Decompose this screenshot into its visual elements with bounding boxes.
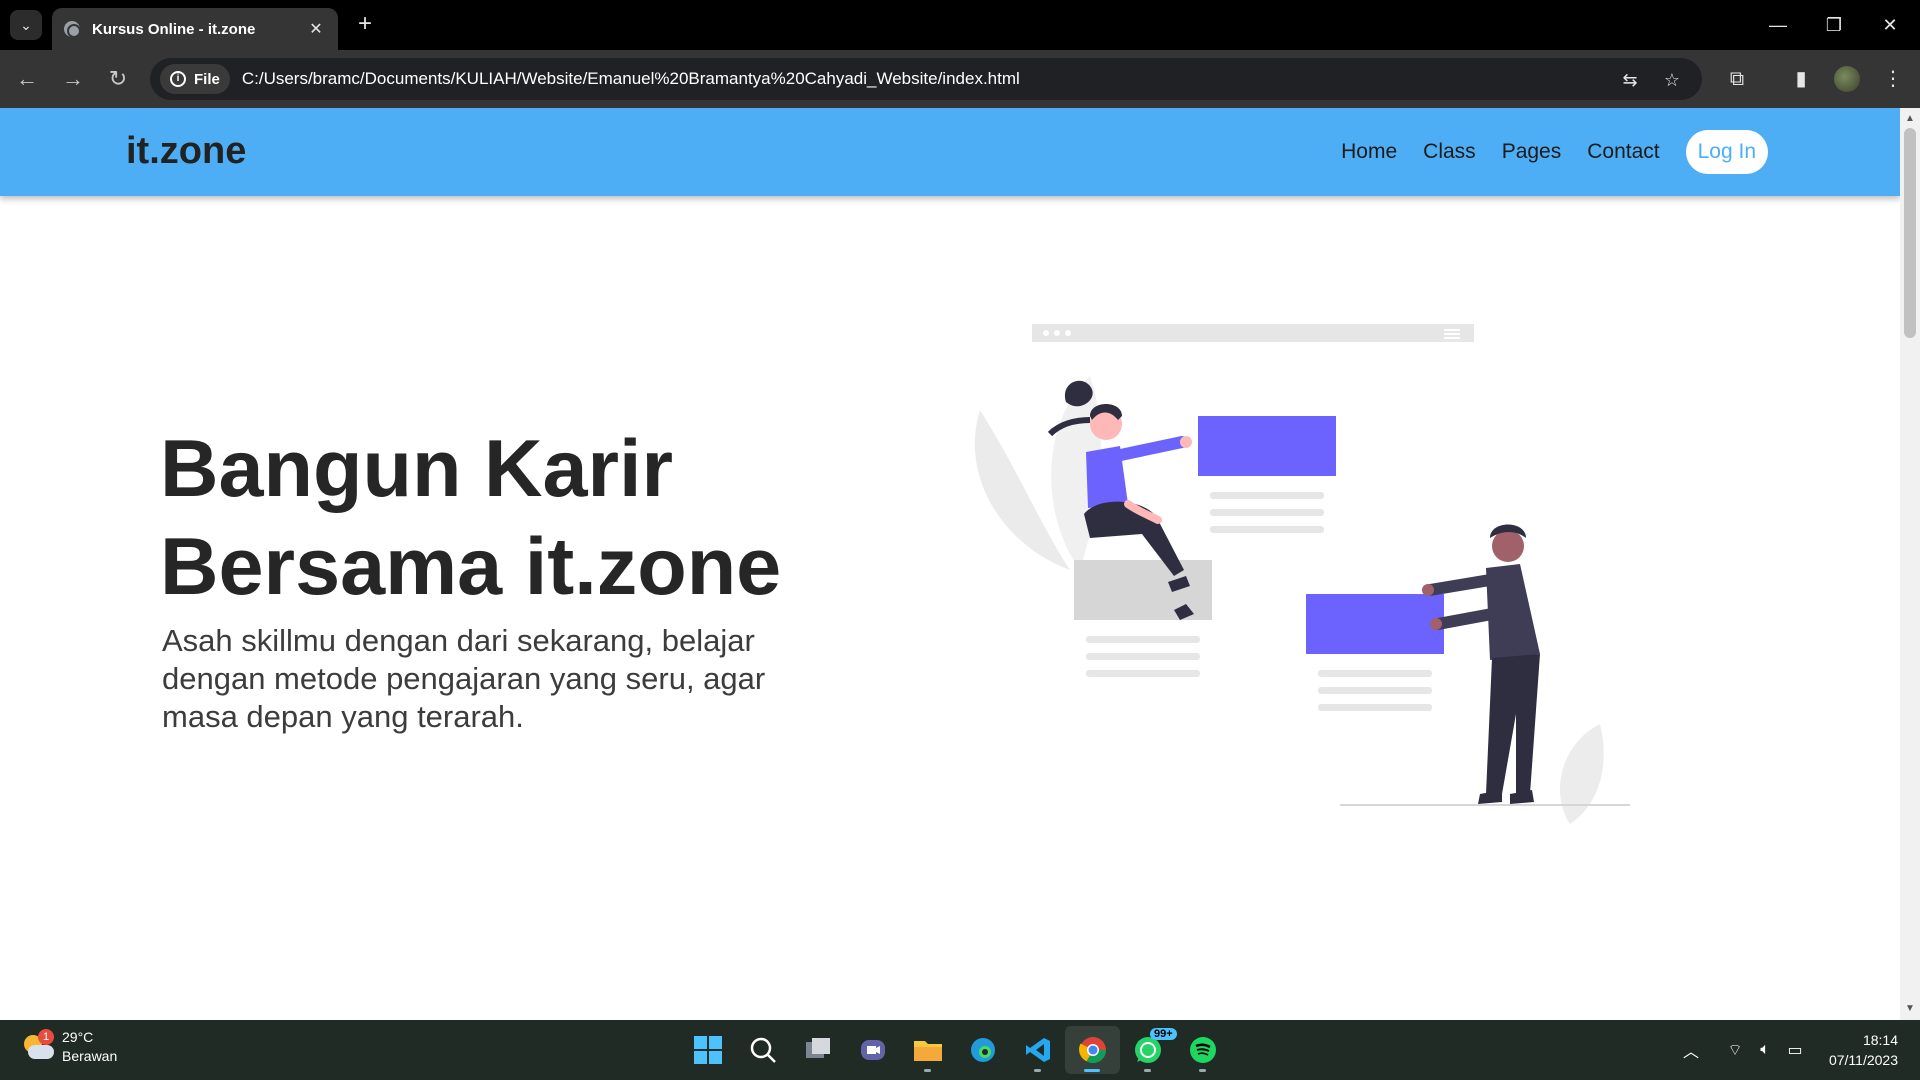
close-window-button[interactable]: ✕ bbox=[1862, 0, 1918, 50]
extensions-icon[interactable]: ⧉ bbox=[1722, 64, 1752, 94]
new-tab-button[interactable]: + bbox=[352, 11, 378, 37]
hero-title-line-2: Bersama it.zone bbox=[160, 522, 782, 612]
side-panel-icon[interactable]: ▮ bbox=[1786, 64, 1816, 94]
chrome-button[interactable] bbox=[1065, 1026, 1120, 1074]
browser-tab-strip: ⌄ Kursus Online - it.zone ✕ + — ❐ ✕ bbox=[0, 0, 1920, 50]
nav-link-class[interactable]: Class bbox=[1423, 140, 1476, 164]
whatsapp-badge: 99+ bbox=[1150, 1028, 1177, 1040]
edge-button[interactable] bbox=[955, 1026, 1010, 1074]
scroll-down-arrow-icon[interactable]: ▼ bbox=[1900, 1000, 1920, 1018]
vscode-icon bbox=[1025, 1038, 1050, 1062]
leaf-shape bbox=[1560, 724, 1604, 824]
spotify-icon bbox=[1189, 1037, 1216, 1063]
illus-ground-line bbox=[1340, 804, 1630, 806]
nav-link-pages[interactable]: Pages bbox=[1502, 140, 1562, 164]
vscode-button[interactable] bbox=[1010, 1026, 1065, 1074]
restore-button[interactable]: ❐ bbox=[1806, 0, 1862, 50]
profile-avatar[interactable] bbox=[1834, 66, 1860, 92]
tab-title: Kursus Online - it.zone bbox=[92, 20, 256, 38]
chat-camera-icon bbox=[860, 1040, 885, 1060]
illus-card-bottom bbox=[1306, 594, 1444, 654]
browser-toolbar: ← → ↻ i File C:/Users/bramc/Documents/KU… bbox=[0, 50, 1920, 108]
bookmark-star-icon[interactable]: ☆ bbox=[1660, 68, 1684, 92]
illus-man-figure bbox=[1422, 524, 1540, 804]
address-bar[interactable]: i File C:/Users/bramc/Documents/KULIAH/W… bbox=[150, 58, 1702, 100]
taskbar-apps: 99+ bbox=[680, 1026, 1230, 1074]
forward-button[interactable]: → bbox=[58, 64, 88, 94]
chrome-icon bbox=[1078, 1037, 1106, 1064]
site-logo[interactable]: it.zone bbox=[126, 130, 246, 173]
scroll-up-arrow-icon[interactable]: ▲ bbox=[1900, 110, 1920, 128]
info-icon: i bbox=[170, 71, 186, 87]
file-explorer-button[interactable] bbox=[900, 1026, 955, 1074]
teams-chat-button[interactable] bbox=[845, 1026, 900, 1074]
nav-link-contact[interactable]: Contact bbox=[1587, 140, 1659, 164]
hero-illustration bbox=[974, 324, 1630, 824]
edge-browser-icon bbox=[970, 1038, 995, 1062]
task-view-button[interactable] bbox=[790, 1026, 845, 1074]
reload-button[interactable]: ↻ bbox=[103, 64, 133, 94]
site-menu: Home Class Pages Contact Log In bbox=[1341, 130, 1768, 174]
weather-cloud-sun-icon: 1 bbox=[22, 1029, 54, 1061]
illus-card-top bbox=[1198, 416, 1336, 476]
battery-icon[interactable]: ▭ bbox=[1780, 1040, 1810, 1060]
start-button[interactable] bbox=[680, 1026, 735, 1074]
url-text[interactable]: C:/Users/bramc/Documents/KULIAH/Website/… bbox=[242, 69, 1020, 89]
windows-taskbar: 1 29°C Berawan 99+ ︿ ⌔ 🔈︎ ▭ 18:14 07/11/… bbox=[0, 1020, 1920, 1080]
minimize-button[interactable]: — bbox=[1750, 0, 1806, 50]
volume-icon[interactable]: 🔈︎ bbox=[1750, 1041, 1780, 1059]
clock-date: 07/11/2023 bbox=[1828, 1052, 1898, 1068]
page-scrollbar[interactable]: ▲ ▼ bbox=[1900, 108, 1920, 1020]
search-icon bbox=[750, 1037, 776, 1063]
whatsapp-button[interactable]: 99+ bbox=[1120, 1026, 1177, 1074]
globe-icon bbox=[64, 21, 81, 38]
browser-tab[interactable]: Kursus Online - it.zone ✕ bbox=[52, 8, 338, 50]
tray-overflow-chevron-icon[interactable]: ︿ bbox=[1676, 1038, 1706, 1062]
spotify-button[interactable] bbox=[1175, 1026, 1230, 1074]
system-tray: ︿ ⌔ 🔈︎ ▭ 18:14 07/11/2023 bbox=[1676, 1020, 1920, 1080]
chevron-down-icon: ⌄ bbox=[20, 16, 32, 33]
site-info-chip[interactable]: i File bbox=[160, 64, 230, 94]
windows-logo-icon bbox=[693, 1036, 722, 1064]
taskbar-search-button[interactable] bbox=[735, 1026, 790, 1074]
tab-search-button[interactable]: ⌄ bbox=[10, 10, 42, 40]
weather-widget[interactable]: 1 29°C Berawan bbox=[22, 1028, 117, 1066]
menu-kebab-icon[interactable]: ⋮ bbox=[1878, 64, 1908, 94]
scrollbar-thumb[interactable] bbox=[1904, 128, 1916, 338]
nav-link-home[interactable]: Home bbox=[1341, 140, 1397, 164]
weather-text: 29°C Berawan bbox=[62, 1028, 117, 1066]
hero-title-line-1: Bangun Karir bbox=[160, 424, 674, 514]
task-view-icon bbox=[805, 1038, 830, 1058]
wifi-icon[interactable]: ⌔ bbox=[1720, 1040, 1750, 1060]
page-viewport: it.zone Home Class Pages Contact Log In … bbox=[0, 108, 1900, 1020]
weather-temp: 29°C bbox=[62, 1029, 94, 1045]
hero-subtitle: Asah skillmu dengan dari sekarang, belaj… bbox=[162, 623, 766, 734]
login-button[interactable]: Log In bbox=[1685, 130, 1768, 174]
site-info-label: File bbox=[194, 70, 220, 88]
translate-icon[interactable]: ⇆ bbox=[1618, 68, 1642, 92]
site-navbar: it.zone Home Class Pages Contact Log In bbox=[0, 108, 1900, 196]
hero-title: Bangun Karir Bersama it.zone bbox=[160, 420, 781, 616]
weather-badge: 1 bbox=[38, 1029, 54, 1045]
illus-window-bar bbox=[1032, 324, 1474, 342]
close-tab-icon[interactable]: ✕ bbox=[306, 19, 326, 39]
weather-desc: Berawan bbox=[62, 1048, 118, 1064]
folder-icon bbox=[913, 1041, 942, 1061]
taskbar-clock[interactable]: 18:14 07/11/2023 bbox=[1810, 1030, 1920, 1070]
back-button[interactable]: ← bbox=[12, 64, 42, 94]
clock-time: 18:14 bbox=[1862, 1032, 1898, 1048]
